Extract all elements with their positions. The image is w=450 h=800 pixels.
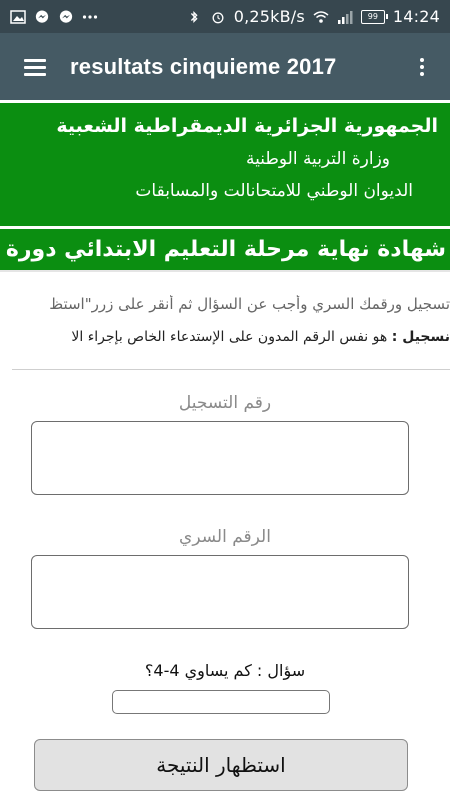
ministry-title: وزارة التربية الوطنية [245,149,390,169]
secret-number-input[interactable] [31,555,409,629]
app-bar: resultats cinquieme 2017 [0,33,450,100]
bluetooth-icon [190,10,198,23]
section-divider [12,369,450,370]
status-bar-notifications [10,9,98,24]
app-title: resultats cinquieme 2017 [70,53,337,79]
messenger-icon [59,9,73,23]
messenger-icon [35,9,49,23]
header-banner: الجمهورية الجزائرية الديمقراطية الشعبية … [0,103,450,226]
instruction-bold-term: نسجيل : [391,329,450,345]
network-speed: 0,25kB/s [233,7,305,26]
registration-number-label: رقم التسجيل [178,393,272,413]
menu-button[interactable] [0,33,70,100]
signal-icon [337,10,353,24]
republic-title: الجمهورية الجزائرية الديمقراطية الشعبية [56,115,438,137]
battery-icon: 99 [360,9,388,24]
instruction-text: هو نفس الرقم المدون على الإستدعاء الخاص … [71,329,392,345]
overflow-menu-icon [420,57,424,76]
hamburger-menu-icon [24,58,46,76]
status-bar: 0,25kB/s 99 14:24 [0,0,450,33]
instruction-line-1: تسجيل ورقمك السري وأجب عن السؤال ثم أنقر… [49,295,450,313]
captcha-answer-input[interactable] [112,690,330,714]
office-title: الديوان الوطني للامتحانالت والمسابقات [135,181,413,201]
exam-title-banner: شهادة نهاية مرحلة التعليم الابتدائي دورة… [0,226,450,270]
overflow-menu-button[interactable] [394,33,450,100]
banner-divider [0,270,450,272]
clock: 14:24 [392,7,440,26]
registration-number-input[interactable] [31,421,409,495]
captcha-question: سؤال : كم يساوي 4-4؟ [144,661,306,680]
alarm-icon [212,11,224,23]
image-icon [10,9,26,24]
status-bar-system: 0,25kB/s 99 14:24 [186,7,440,26]
exam-title: شهادة نهاية مرحلة التعليم الابتدائي دورة… [0,237,446,262]
wifi-icon [313,10,329,23]
show-result-button[interactable]: استظهار النتيجة [34,739,408,791]
more-dots-icon [82,14,98,19]
instruction-line-2: نسجيل : هو نفس الرقم المدون على الإستدعا… [0,329,450,353]
secret-number-label: الرقم السري [179,527,271,547]
